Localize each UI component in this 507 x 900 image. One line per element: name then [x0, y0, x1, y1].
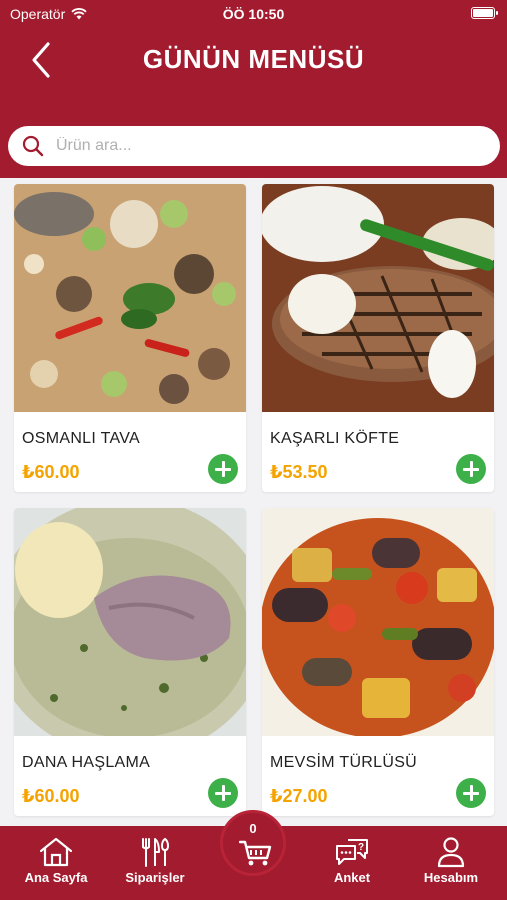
- cart-count-badge: 0: [249, 821, 257, 836]
- tab-survey[interactable]: ? Anket: [307, 826, 397, 900]
- product-grid: OSMANLI TAVA ₺60.00 KAŞARLI KÖFTE ₺53.50: [14, 184, 494, 824]
- product-card[interactable]: MEVSİM TÜRLÜSÜ ₺27.00: [262, 508, 494, 816]
- product-card[interactable]: DANA HAŞLAMA ₺60.00: [14, 508, 246, 816]
- add-to-cart-button[interactable]: [208, 778, 238, 808]
- search-bar[interactable]: [8, 126, 500, 166]
- product-price: ₺27.00: [270, 786, 328, 806]
- add-to-cart-button[interactable]: [456, 454, 486, 484]
- tab-account[interactable]: Hesabım: [406, 826, 496, 900]
- user-icon: [437, 837, 465, 868]
- product-name: DANA HAŞLAMA: [22, 754, 151, 771]
- status-bar: Operatör ÖÖ 10:50: [0, 0, 507, 28]
- header: Operatör ÖÖ 10:50 GÜNÜN MENÜSÜ: [0, 0, 507, 178]
- survey-icon: ?: [336, 839, 368, 865]
- tab-home-label: Ana Sayfa: [24, 870, 88, 885]
- product-image: [262, 508, 494, 736]
- cart-button[interactable]: 0: [220, 810, 286, 876]
- cutlery-icon: [142, 837, 170, 867]
- product-price: ₺60.00: [22, 462, 80, 482]
- home-icon: [39, 837, 73, 867]
- battery-icon: [471, 7, 498, 19]
- svg-text:?: ?: [358, 842, 364, 853]
- tab-orders-label: Siparişler: [125, 870, 185, 885]
- product-price: ₺53.50: [270, 462, 328, 482]
- product-name: MEVSİM TÜRLÜSÜ: [270, 754, 418, 771]
- product-name: OSMANLI TAVA: [22, 430, 140, 447]
- status-time: ÖÖ 10:50: [222, 6, 285, 22]
- product-image: [262, 184, 494, 412]
- product-card[interactable]: OSMANLI TAVA ₺60.00: [14, 184, 246, 492]
- product-image: [14, 184, 246, 412]
- add-to-cart-button[interactable]: [456, 778, 486, 808]
- tab-orders[interactable]: Siparişler: [110, 826, 200, 900]
- product-card[interactable]: KAŞARLI KÖFTE ₺53.50: [262, 184, 494, 492]
- product-name: KAŞARLI KÖFTE: [270, 430, 400, 447]
- page-title: GÜNÜN MENÜSÜ: [142, 44, 365, 74]
- product-image: [14, 508, 246, 736]
- add-to-cart-button[interactable]: [208, 454, 238, 484]
- tab-home[interactable]: Ana Sayfa: [11, 826, 101, 900]
- tab-account-label: Hesabım: [423, 870, 479, 885]
- search-input[interactable]: [56, 137, 456, 155]
- tab-survey-label: Anket: [333, 870, 371, 885]
- product-price: ₺60.00: [22, 786, 80, 806]
- cart-icon: [239, 840, 272, 866]
- search-icon: [22, 135, 44, 157]
